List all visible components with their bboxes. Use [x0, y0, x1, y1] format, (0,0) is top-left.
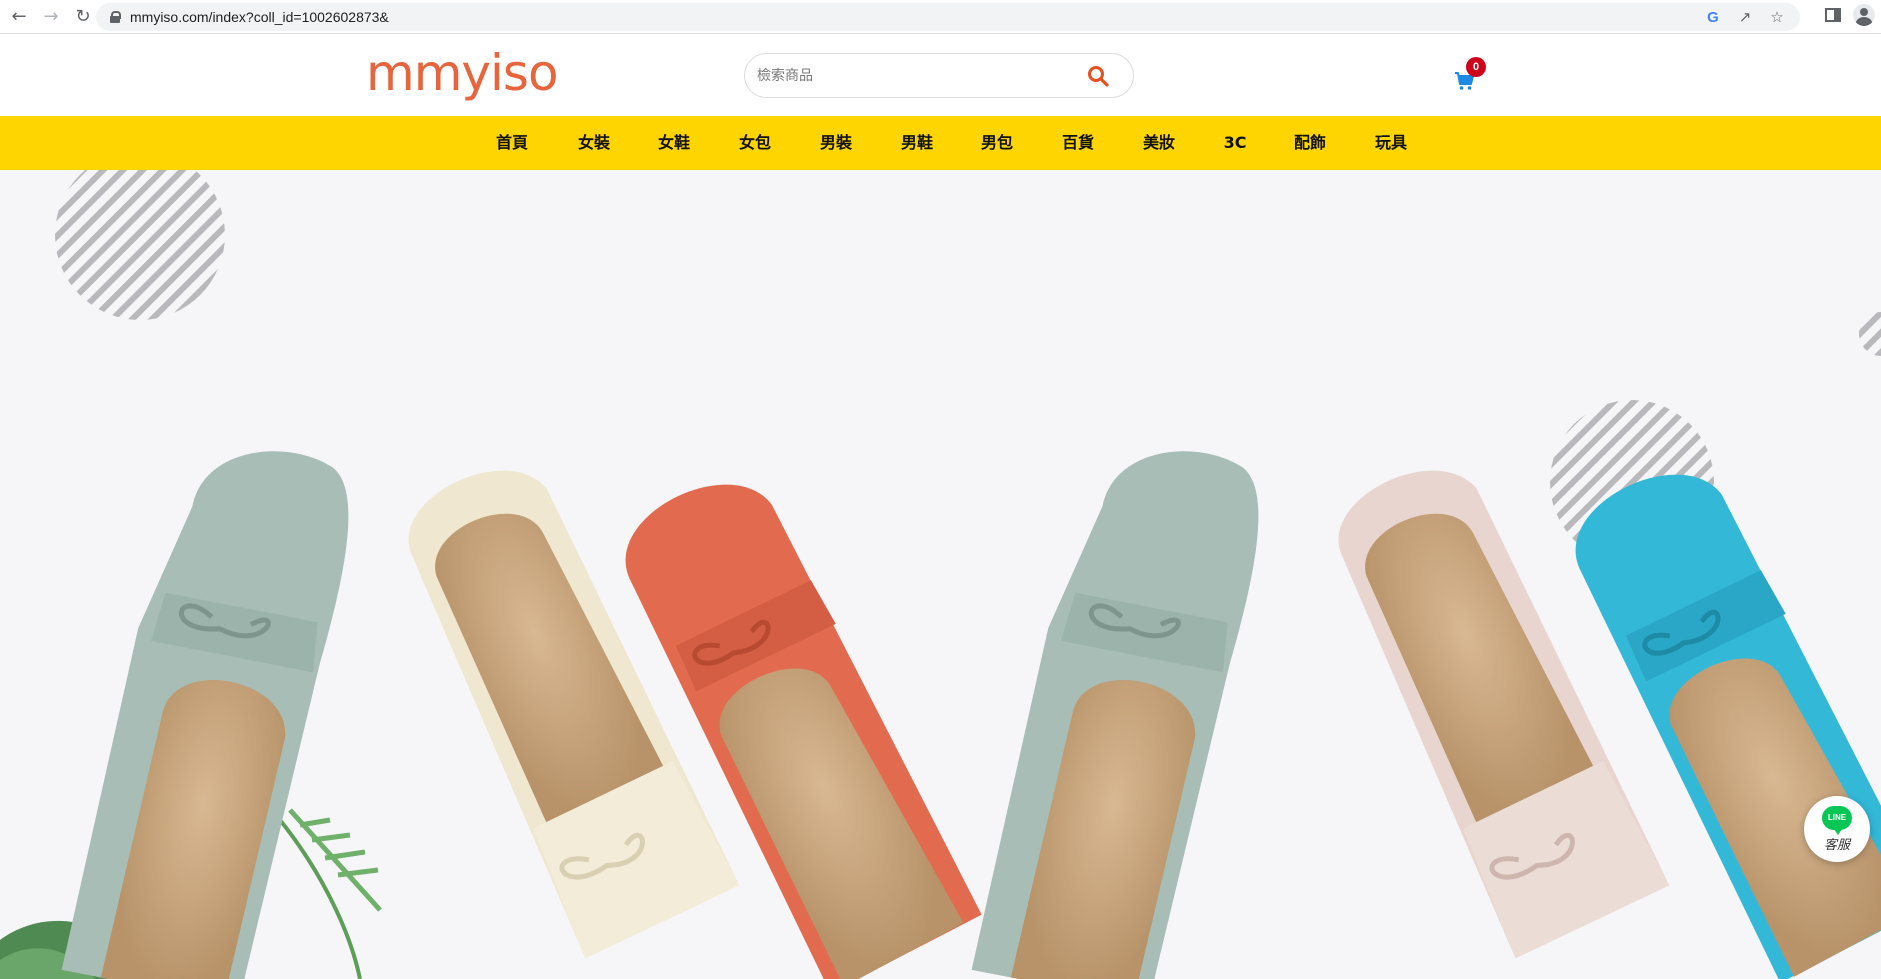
- line-icon: LINE: [1822, 806, 1852, 835]
- nav-item-toys[interactable]: 玩具: [1375, 116, 1407, 170]
- nav-item-3c[interactable]: 3C: [1224, 116, 1247, 170]
- striped-circle-decoration: [55, 170, 225, 320]
- search-icon[interactable]: [1087, 65, 1109, 87]
- nav-item-men-clothing[interactable]: 男裝: [820, 116, 852, 170]
- share-icon[interactable]: ↗: [1736, 8, 1754, 26]
- nav-item-general-goods[interactable]: 百貨: [1062, 116, 1094, 170]
- nav-item-men-shoes[interactable]: 男鞋: [901, 116, 933, 170]
- forward-arrow-icon[interactable]: →: [38, 4, 64, 30]
- striped-circle-decoration: [1859, 312, 1881, 356]
- cart-count-badge: 0: [1466, 57, 1486, 77]
- line-chat-label: 客服: [1823, 838, 1850, 853]
- site-logo[interactable]: mmyiso: [366, 45, 559, 101]
- nav-item-men-bags[interactable]: 男包: [981, 116, 1013, 170]
- profile-icon[interactable]: [1853, 4, 1875, 26]
- nav-item-women-clothing[interactable]: 女裝: [578, 116, 610, 170]
- nav-item-women-shoes[interactable]: 女鞋: [658, 116, 690, 170]
- search-input[interactable]: [757, 62, 1077, 90]
- nav-item-beauty[interactable]: 美妝: [1143, 116, 1175, 170]
- cart-button[interactable]: 0: [1452, 57, 1486, 95]
- reload-icon[interactable]: ↻: [70, 4, 96, 30]
- loafer-shoe: [971, 451, 1259, 979]
- bookmark-star-icon[interactable]: ☆: [1768, 8, 1786, 26]
- nav-item-women-bags[interactable]: 女包: [739, 116, 771, 170]
- url-text[interactable]: mmyiso.com/index?coll_id=1002602873&: [130, 9, 389, 25]
- browser-toolbar: ← → ↻ mmyiso.com/index?coll_id=100260287…: [0, 0, 1881, 34]
- nav-item-accessories[interactable]: 配飾: [1294, 116, 1326, 170]
- back-arrow-icon[interactable]: ←: [6, 4, 32, 30]
- lock-icon[interactable]: [110, 11, 121, 23]
- site-header: mmyiso 0: [0, 35, 1881, 116]
- line-chat-button[interactable]: LINE 客服: [1804, 796, 1870, 862]
- google-icon[interactable]: G: [1704, 9, 1722, 26]
- address-bar[interactable]: mmyiso.com/index?coll_id=1002602873& G ↗…: [96, 3, 1800, 31]
- loafer-shoe: [61, 451, 349, 979]
- nav-item-home[interactable]: 首頁: [496, 116, 528, 170]
- search-box: [744, 53, 1134, 98]
- hero-banner[interactable]: LINE 客服: [0, 170, 1881, 979]
- category-nav: 首頁 女裝 女鞋 女包 男裝 男鞋 男包 百貨 美妝 3C 配飾 玩具: [0, 116, 1881, 170]
- side-panel-icon[interactable]: [1825, 8, 1841, 22]
- hero-banner-image: [0, 170, 1881, 979]
